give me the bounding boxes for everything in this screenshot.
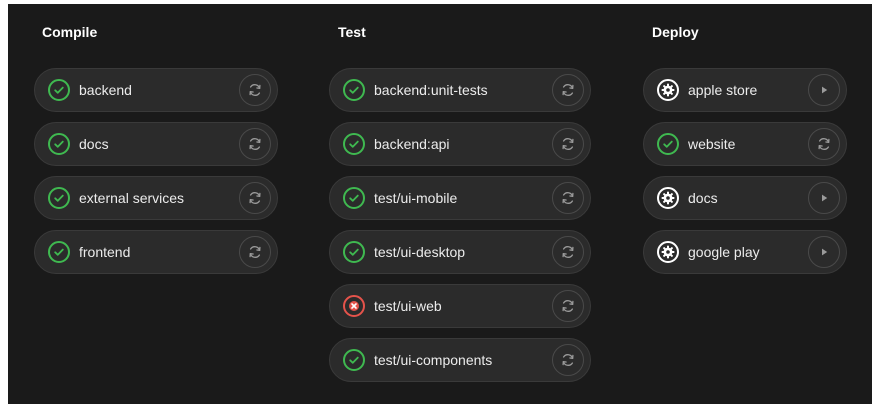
success-check-icon [48,187,70,209]
retry-icon [247,244,263,260]
job-name: backend:unit-tests [374,82,488,98]
retry-icon [247,136,263,152]
job-name: backend [79,82,132,98]
stage-title-compile: Compile [42,24,98,40]
job-docs[interactable]: docs [34,122,278,166]
play-icon [818,192,830,204]
play-button[interactable] [808,74,840,106]
retry-button[interactable] [239,128,271,160]
manual-gear-icon [657,241,679,263]
play-button[interactable] [808,236,840,268]
job-name: external services [79,190,185,206]
stage-test: backend:unit-tests backend:api test/ui-mob… [329,68,591,392]
job-name: docs [688,190,718,206]
retry-icon [560,298,576,314]
retry-button[interactable] [239,236,271,268]
retry-icon [560,136,576,152]
stage-deploy: apple store website docs google play [643,68,847,284]
success-check-icon [657,133,679,155]
pipeline-graph: Compile Test Deploy backend docs external … [8,4,872,404]
job-name: frontend [79,244,131,260]
job-name: google play [688,244,760,260]
success-check-icon [343,349,365,371]
job-test-ui-components[interactable]: test/ui-components [329,338,591,382]
retry-button[interactable] [552,290,584,322]
retry-button[interactable] [239,182,271,214]
play-button[interactable] [808,182,840,214]
job-name: test/ui-components [374,352,493,368]
retry-icon [247,82,263,98]
success-check-icon [343,79,365,101]
retry-button[interactable] [552,344,584,376]
retry-icon [247,190,263,206]
success-check-icon [343,187,365,209]
retry-icon [560,352,576,368]
retry-icon [816,136,832,152]
success-check-icon [48,241,70,263]
job-backend-api[interactable]: backend:api [329,122,591,166]
retry-icon [560,82,576,98]
success-check-icon [48,79,70,101]
job-name: docs [79,136,109,152]
success-check-icon [343,133,365,155]
manual-gear-icon [657,187,679,209]
retry-icon [560,190,576,206]
job-test-ui-web[interactable]: test/ui-web [329,284,591,328]
job-name: test/ui-desktop [374,244,466,260]
success-check-icon [343,241,365,263]
job-backend-unit-tests[interactable]: backend:unit-tests [329,68,591,112]
job-test-ui-mobile[interactable]: test/ui-mobile [329,176,591,220]
manual-gear-icon [657,79,679,101]
retry-icon [560,244,576,260]
play-icon [818,84,830,96]
job-google-play[interactable]: google play [643,230,847,274]
job-website[interactable]: website [643,122,847,166]
stage-title-test: Test [338,24,366,40]
retry-button[interactable] [808,128,840,160]
job-name: test/ui-web [374,298,442,314]
retry-button[interactable] [552,74,584,106]
job-backend[interactable]: backend [34,68,278,112]
retry-button[interactable] [552,236,584,268]
retry-button[interactable] [552,128,584,160]
failed-x-icon [343,295,365,317]
job-name: test/ui-mobile [374,190,458,206]
retry-button[interactable] [239,74,271,106]
job-name: backend:api [374,136,450,152]
job-name: website [688,136,736,152]
stage-compile: backend docs external services frontend [34,68,278,284]
job-test-ui-desktop[interactable]: test/ui-desktop [329,230,591,274]
job-docs[interactable]: docs [643,176,847,220]
job-name: apple store [688,82,758,98]
retry-button[interactable] [552,182,584,214]
success-check-icon [48,133,70,155]
play-icon [818,246,830,258]
job-apple-store[interactable]: apple store [643,68,847,112]
stage-title-deploy: Deploy [652,24,699,40]
job-frontend[interactable]: frontend [34,230,278,274]
job-external-services[interactable]: external services [34,176,278,220]
